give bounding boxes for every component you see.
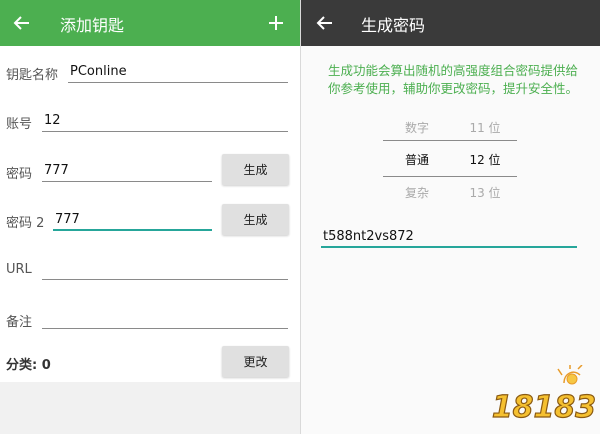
note-underline xyxy=(42,328,288,329)
type-option[interactable]: 数字 xyxy=(401,119,433,136)
key-name-underline xyxy=(68,82,288,83)
add-icon[interactable] xyxy=(266,13,286,33)
password-input[interactable]: 777 xyxy=(44,163,69,178)
length-option[interactable]: 11 位 xyxy=(467,119,503,136)
type-option-selected[interactable]: 普通 xyxy=(401,151,433,168)
key-name-input[interactable]: PConline xyxy=(70,64,127,79)
category-label: 分类: 0 xyxy=(6,358,51,373)
description-line-2: 你参考使用，辅助你更改密码，提升安全性。 xyxy=(327,81,578,96)
picker-divider-top xyxy=(383,140,517,141)
password-underline xyxy=(42,181,212,182)
back-arrow-icon[interactable] xyxy=(315,13,335,33)
add-key-screen: 添加钥匙 钥匙名称 PConline 账号 12 密码 777 生成 密码 2 … xyxy=(0,0,300,434)
back-arrow-icon[interactable] xyxy=(12,13,32,33)
bottom-empty-area xyxy=(0,382,300,434)
page-title: 添加钥匙 xyxy=(60,16,125,35)
generate-password2-button[interactable]: 生成 xyxy=(222,204,289,235)
account-label: 账号 xyxy=(6,117,33,132)
password-label: 密码 xyxy=(6,167,33,182)
generated-password-underline xyxy=(321,246,577,248)
key-name-label: 钥匙名称 xyxy=(6,68,59,83)
logo-text: 18183 xyxy=(492,390,596,425)
generated-password-field[interactable]: t588nt2vs872 xyxy=(323,229,414,244)
description-text: 生成功能会算出随机的高强度组合密码提供给 你参考使用，辅助你更改密码，提升安全性… xyxy=(317,62,589,98)
18183-logo: 18183 xyxy=(492,365,596,426)
length-option-selected[interactable]: 12 位 xyxy=(467,151,503,168)
description-line-1: 生成功能会算出随机的高强度组合密码提供给 xyxy=(327,63,578,78)
type-option[interactable]: 复杂 xyxy=(401,184,433,201)
note-label: 备注 xyxy=(6,315,33,330)
change-category-button[interactable]: 更改 xyxy=(222,346,289,377)
password2-label: 密码 2 xyxy=(6,216,45,231)
length-option[interactable]: 13 位 xyxy=(467,184,503,201)
account-input[interactable]: 12 xyxy=(44,113,61,128)
app-bar-dark: 生成密码 xyxy=(301,0,600,46)
page-title: 生成密码 xyxy=(361,16,426,35)
url-underline xyxy=(42,279,288,280)
account-underline xyxy=(42,131,288,132)
url-label: URL xyxy=(6,262,32,277)
app-bar-green: 添加钥匙 xyxy=(0,0,300,46)
password2-underline-focused xyxy=(53,229,212,231)
password2-input[interactable]: 777 xyxy=(55,212,80,227)
generate-password-button[interactable]: 生成 xyxy=(222,154,289,185)
picker-divider-bottom xyxy=(383,176,517,177)
